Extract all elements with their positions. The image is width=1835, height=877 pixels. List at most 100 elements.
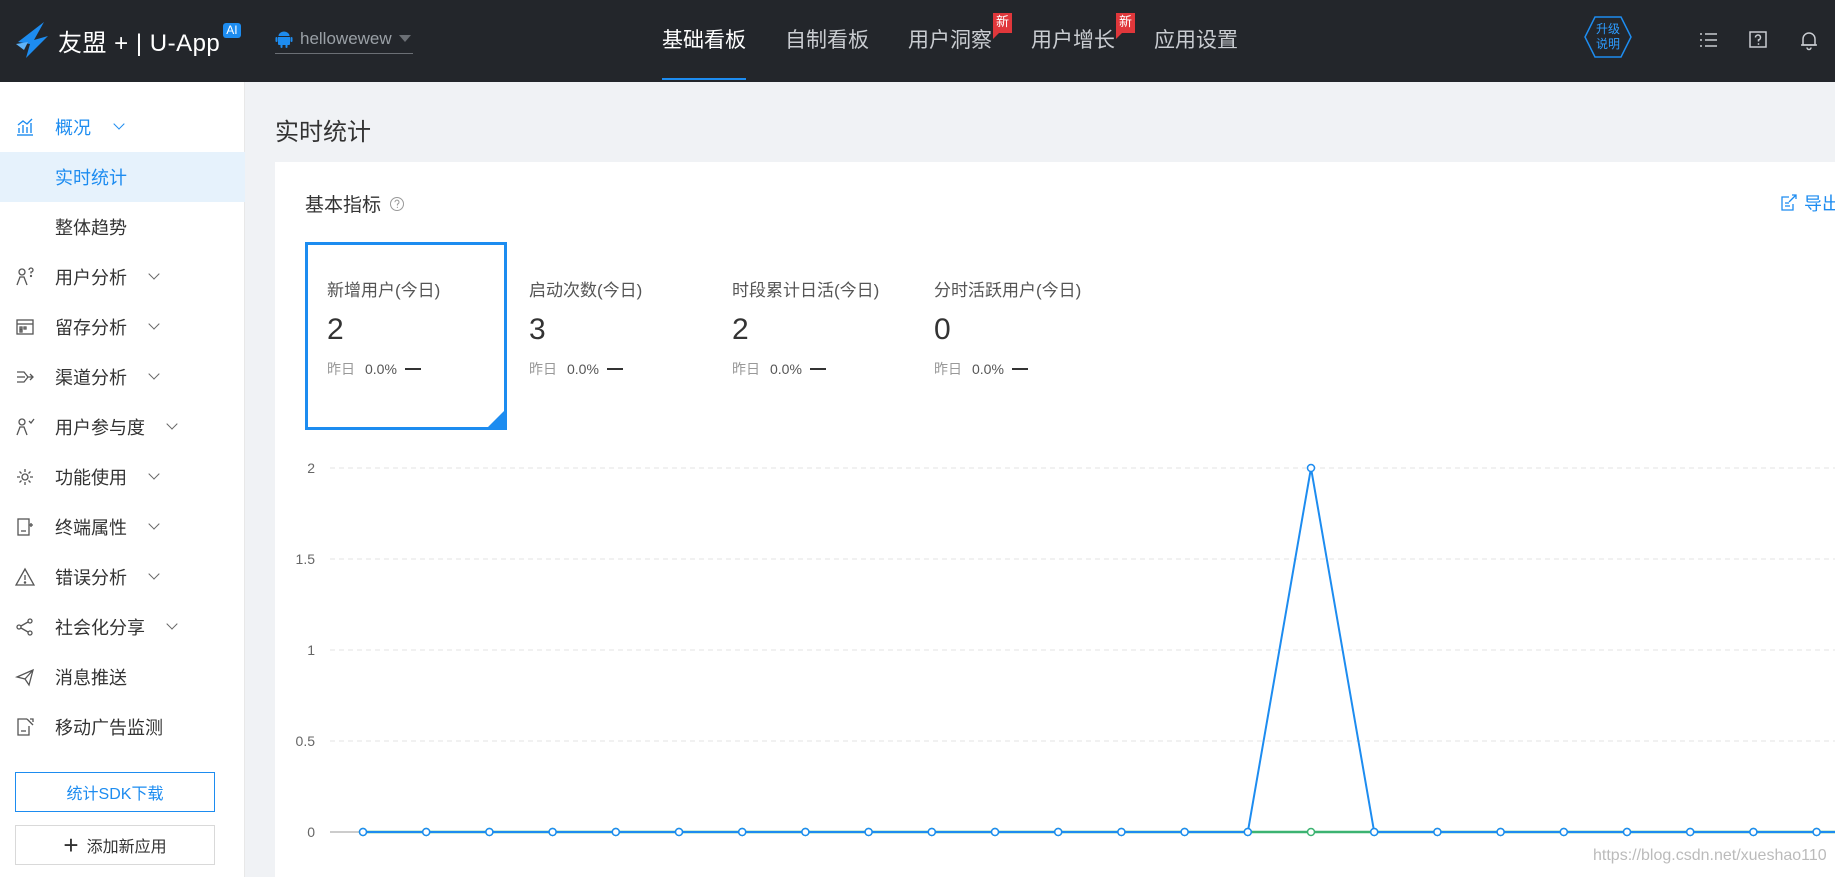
sidebar-item-ad-monitor[interactable]: 移动广告监测 [0,702,245,752]
sidebar-item-device[interactable]: 终端属性 [0,502,245,552]
y-tick-label: 1 [307,642,315,658]
data-point[interactable] [1496,827,1505,837]
data-point[interactable] [1685,827,1695,837]
upgrade-line1: 升级 [1595,22,1620,36]
nav-label: 自制看板 [785,29,869,52]
nav-label: 用户洞察 [908,29,992,52]
data-point[interactable] [421,827,431,837]
realtime-line-chart: 2 1.5 1 0.5 0 [296,460,1835,840]
data-point[interactable] [990,827,1000,837]
flat-trend-icon [404,368,421,370]
data-point[interactable] [611,827,621,837]
data-point[interactable] [927,827,937,837]
sidebar-item-label: 渠道分析 [55,368,127,388]
data-point[interactable] [1306,827,1316,837]
data-point[interactable] [674,827,684,837]
data-point[interactable] [1117,827,1126,837]
flat-trend-icon [606,368,623,370]
plus-icon: + [63,830,79,860]
brand-text: 友盟 + | U-App [58,29,221,57]
sidebar-item-label: 功能使用 [55,468,127,488]
data-point[interactable] [1812,827,1821,837]
metric-cumulative-dau[interactable]: 时段累计日活(今日) 2 昨日 0.0% [710,242,912,430]
upgrade-info-button[interactable]: 升级 说明 [1583,15,1633,59]
sidebar-item-feature-usage[interactable]: 功能使用 [0,452,245,502]
compare-value: 0.0% [567,361,599,377]
metric-label: 新增用户(今日) [327,281,441,300]
data-point[interactable] [1749,827,1758,837]
sidebar-item-push[interactable]: 消息推送 [0,652,245,702]
sidebar-item-label: 留存分析 [55,318,127,338]
nav-user-insight[interactable]: 用户洞察 新 [908,0,1012,82]
question-circle-icon[interactable] [389,196,405,212]
nav-app-settings[interactable]: 应用设置 [1154,0,1238,82]
data-point[interactable] [801,827,810,837]
app-selector-value: hellowewew [300,28,392,48]
sidebar-item-errors[interactable]: 错误分析 [0,552,245,602]
metric-value: 2 [327,313,344,346]
sidebar-item-user-analysis[interactable]: 用户分析 [0,252,245,302]
chevron-down-icon [166,418,178,430]
chevron-down-icon [148,518,160,530]
compare-label: 昨日 [529,361,557,377]
data-point[interactable] [1369,827,1379,837]
nav-custom-dashboard[interactable]: 自制看板 [785,0,869,82]
metric-value: 0 [934,313,951,346]
brand-logo[interactable]: 友盟 + | U-App AI [14,18,241,62]
add-app-button[interactable]: + 添加新应用 [15,825,215,865]
sidebar-item-trend[interactable]: 整体趋势 [0,202,245,252]
warning-icon [15,567,35,586]
bell-icon[interactable] [1798,29,1820,51]
data-point[interactable] [485,827,494,837]
chevron-down-icon [148,568,160,580]
data-point[interactable] [1622,827,1632,837]
data-point[interactable] [548,827,557,837]
nav-user-growth[interactable]: 用户增长 新 [1031,0,1135,82]
metric-compare: 昨日 0.0% [529,359,709,379]
data-point[interactable] [1433,827,1442,837]
sidebar-item-social-share[interactable]: 社会化分享 [0,602,245,652]
nav-label: 应用设置 [1154,29,1238,52]
caret-down-icon [399,35,411,42]
metric-launches[interactable]: 启动次数(今日) 3 昨日 0.0% [507,242,709,430]
nav-label: 用户增长 [1031,29,1115,52]
export-button[interactable]: 导出 [1780,190,1835,216]
data-point[interactable] [864,827,873,837]
umeng-logo-icon [16,22,48,58]
metric-label: 分时活跃用户(今日) [934,281,1082,300]
sdk-download-label: 统计SDK下载 [66,786,164,803]
compare-label: 昨日 [732,361,760,377]
data-point[interactable] [1053,827,1063,837]
sidebar-item-label: 实时统计 [55,168,127,188]
nav-basic-dashboard[interactable]: 基础看板 [662,0,746,82]
add-app-label: 添加新应用 [86,839,167,856]
sidebar-item-engagement[interactable]: 用户参与度 [0,402,245,452]
app-selector[interactable]: hellowewew [275,24,413,54]
user-analysis-icon [16,267,34,286]
sidebar-item-overview[interactable]: 概况 [0,102,245,152]
nav-label: 基础看板 [662,29,746,52]
sidebar-item-retention[interactable]: 留存分析 [0,302,245,352]
feature-icon [17,469,33,485]
help-icon[interactable] [1747,29,1769,51]
y-tick-label: 0.5 [296,733,316,749]
share-icon [16,618,33,636]
metric-new-users[interactable]: 新增用户(今日) 2 昨日 0.0% [305,242,507,430]
metric-label: 时段累计日活(今日) [732,281,880,300]
sidebar-item-label: 用户分析 [55,268,127,288]
list-icon[interactable] [1697,29,1719,51]
data-point[interactable] [1559,827,1569,837]
data-point[interactable] [1306,463,1316,473]
upgrade-label: 升级 说明 [1583,15,1633,59]
main-nav: 基础看板 自制看板 用户洞察 新 用户增长 新 应用设置 [662,0,1277,82]
metric-hourly-active[interactable]: 分时活跃用户(今日) 0 昨日 0.0% [912,242,1114,430]
sidebar-item-channel[interactable]: 渠道分析 [0,352,245,402]
data-point[interactable] [737,827,747,837]
flat-trend-icon [1011,368,1028,370]
sidebar-item-label: 消息推送 [55,668,127,688]
data-point[interactable] [1180,827,1189,837]
data-point[interactable] [358,827,368,837]
sdk-download-button[interactable]: 统计SDK下载 [15,772,215,812]
data-point[interactable] [1243,827,1253,837]
sidebar-item-realtime[interactable]: 实时统计 [0,152,245,202]
